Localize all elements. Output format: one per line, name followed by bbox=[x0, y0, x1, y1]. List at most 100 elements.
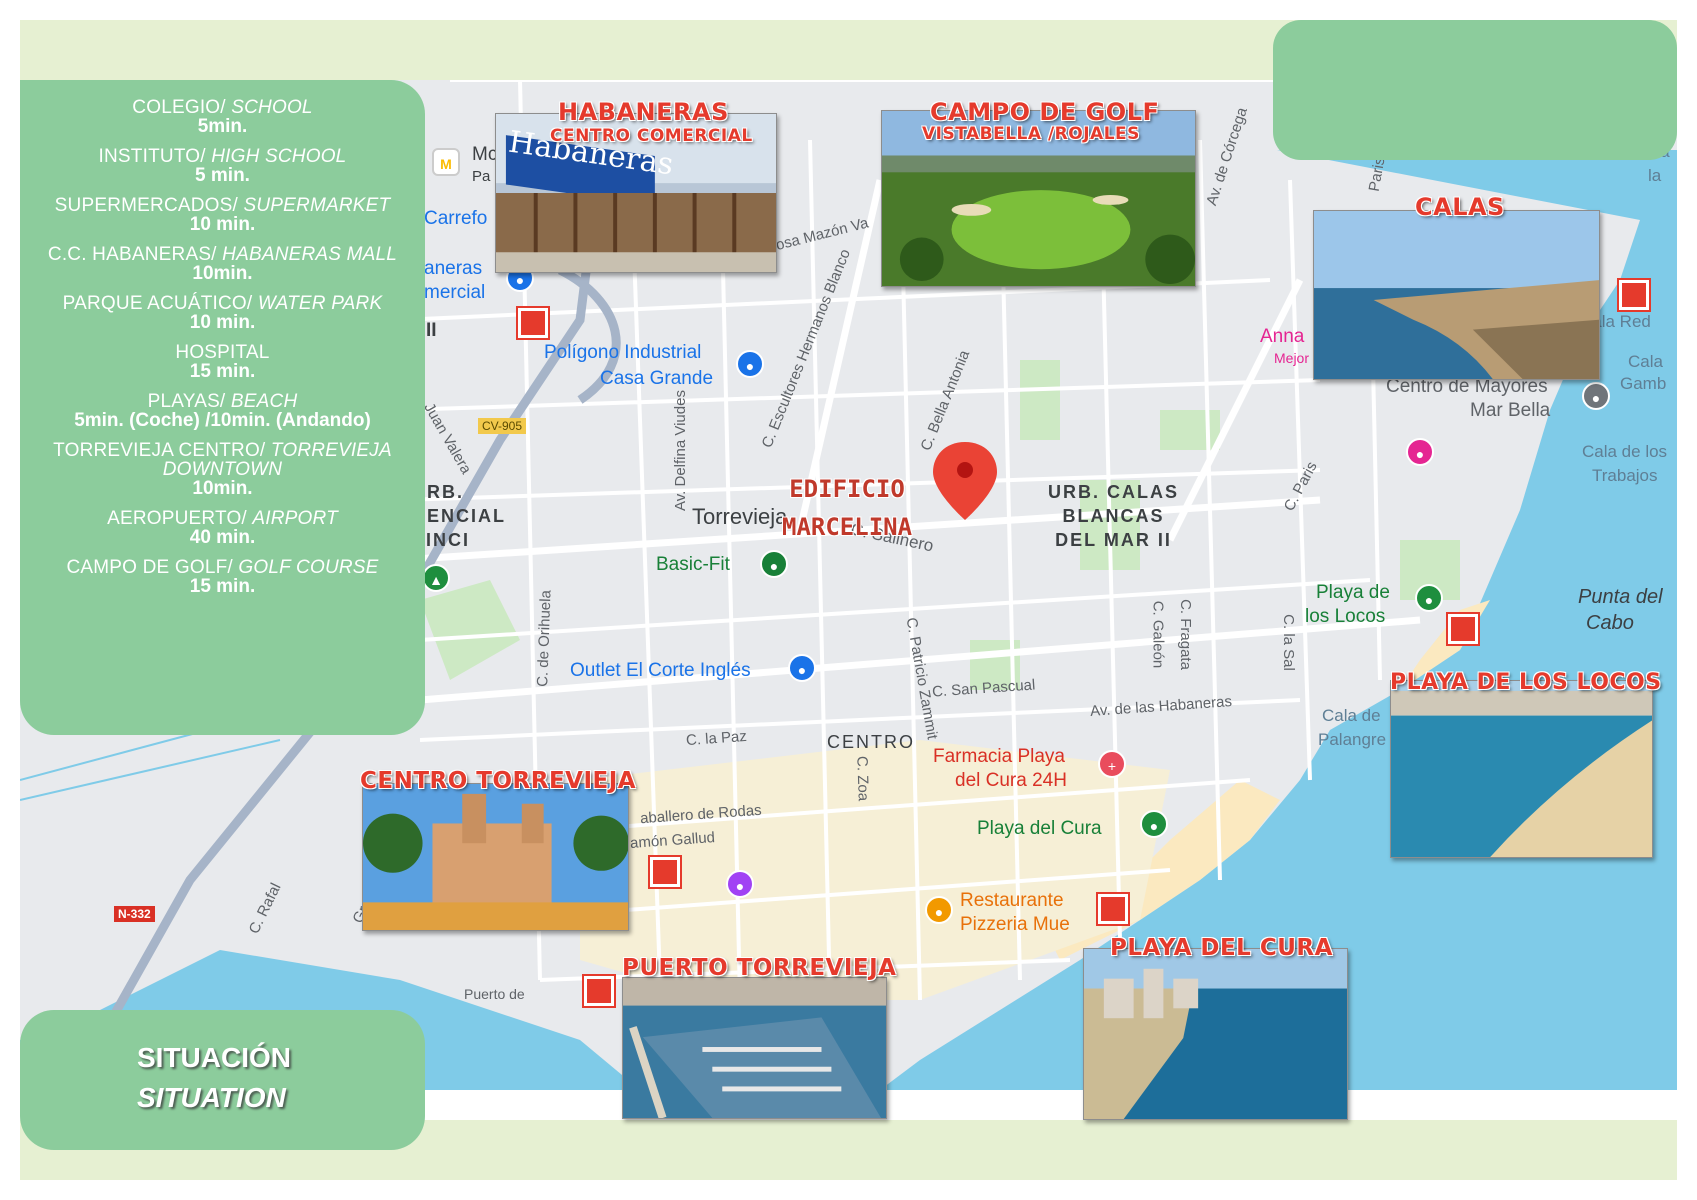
map-label-la: la bbox=[1648, 166, 1662, 185]
distance-label-en: SCHOOL bbox=[231, 97, 313, 118]
map-label-mc[interactable]: Mc bbox=[472, 144, 497, 166]
photo-playa-cura[interactable] bbox=[1083, 948, 1348, 1120]
urb-line-3: DEL MAR II bbox=[1055, 530, 1172, 550]
distance-item: SUPERMERCADOS/ SUPERMARKET 10 min. bbox=[20, 196, 425, 234]
distance-label-es: SUPERMERCADOS/ bbox=[54, 195, 238, 216]
distance-label-es: TORREVIEJA CENTRO/ bbox=[53, 440, 266, 461]
road-badge-n332: N-332 bbox=[114, 906, 155, 922]
map-label-playa-locos-2[interactable]: los Locos bbox=[1305, 606, 1385, 628]
map-label-cala: Cala bbox=[1628, 352, 1663, 371]
map-label-torrevieja: Torrevieja bbox=[692, 504, 788, 529]
distance-label-es: CAMPO DE GOLF/ bbox=[66, 557, 233, 578]
distance-label: AEROPUERTO/ AIRPORT bbox=[20, 509, 425, 528]
attraction-icon[interactable]: ● bbox=[726, 870, 754, 898]
distance-label: COLEGIO/ SCHOOL bbox=[20, 98, 425, 117]
restaurant-icon[interactable]: ● bbox=[925, 896, 953, 924]
distance-label-en: AIRPORT bbox=[252, 508, 338, 529]
distance-label-es: PLAYAS/ bbox=[147, 391, 226, 412]
map-label-habaneras[interactable]: aneras bbox=[424, 258, 482, 280]
gym-icon[interactable]: ● bbox=[760, 550, 788, 578]
map-label-cala-trabajos: Cala de los bbox=[1582, 442, 1668, 461]
red-marker-puerto[interactable] bbox=[582, 974, 616, 1008]
map-label-centro: CENTRO bbox=[827, 732, 915, 752]
map-label-farmacia-2[interactable]: del Cura 24H bbox=[955, 770, 1067, 792]
mcdonalds-icon[interactable]: M bbox=[432, 148, 460, 176]
distance-item: TORREVIEJA CENTRO/ TORREVIEJA DOWNTOWN 10… bbox=[20, 441, 425, 498]
map-label-mar-bella[interactable]: Mar Bella bbox=[1470, 400, 1550, 422]
distance-time: 10min. bbox=[192, 263, 253, 284]
road-la-sal: C. la Sal bbox=[1279, 614, 1297, 671]
label-puerto: PUERTO TORREVIEJA bbox=[622, 955, 897, 981]
map-label-anna[interactable]: Anna bbox=[1260, 326, 1304, 348]
label-habaneras: HABANERAS bbox=[558, 98, 729, 126]
building-line-2: MARCELINA bbox=[782, 513, 913, 541]
map-label-trabajos: Trabajos bbox=[1592, 466, 1658, 485]
road-fragata: C. Fragata bbox=[1176, 599, 1194, 670]
beach-icon[interactable]: ● bbox=[1415, 584, 1443, 612]
distance-time: 5min. (Coche) /10min. (Andando) bbox=[74, 410, 371, 431]
map-label-puerto-de: Puerto de bbox=[464, 986, 525, 1002]
distance-label: TORREVIEJA CENTRO/ TORREVIEJA DOWNTOWN bbox=[20, 441, 425, 479]
urb-vinci-line-1: URB. bbox=[412, 482, 464, 502]
distance-label-es: PARQUE ACUÁTICO/ bbox=[62, 293, 253, 314]
photo-puerto[interactable] bbox=[622, 977, 887, 1119]
distance-time: 10 min. bbox=[189, 312, 256, 333]
map-label-basicfit[interactable]: Basic-Fit bbox=[656, 554, 730, 576]
red-marker-habaneras[interactable] bbox=[516, 306, 550, 340]
building-line-1: EDIFICIO bbox=[789, 475, 905, 503]
map-label-playa-cura[interactable]: Playa del Cura bbox=[977, 818, 1102, 840]
red-marker-calas[interactable] bbox=[1617, 278, 1651, 312]
distance-label-en: WATER PARK bbox=[257, 293, 383, 314]
red-marker-locos[interactable] bbox=[1446, 612, 1480, 646]
map-label-ii: II bbox=[426, 320, 437, 341]
distance-label: C.C. HABANERAS/ HABANERAS MALL bbox=[20, 245, 425, 264]
map-label-poligono[interactable]: Polígono Industrial bbox=[544, 342, 701, 364]
label-playa-cura: PLAYA DEL CURA bbox=[1110, 935, 1333, 961]
distance-item: INSTITUTO/ HIGH SCHOOL 5 min. bbox=[20, 147, 425, 185]
pharmacy-icon[interactable]: + bbox=[1098, 750, 1126, 778]
photo-playa-locos[interactable] bbox=[1390, 680, 1653, 858]
distance-label-es: COLEGIO/ bbox=[132, 97, 226, 118]
hotel-icon[interactable]: ● bbox=[1406, 438, 1434, 466]
beach-icon[interactable]: ● bbox=[1140, 810, 1168, 838]
park-icon[interactable]: ▲ bbox=[422, 564, 450, 592]
shopping-bag-icon[interactable]: ● bbox=[736, 350, 764, 378]
map-label-casa-grande[interactable]: Casa Grande bbox=[600, 368, 713, 390]
map-label-farmacia[interactable]: Farmacia Playa bbox=[933, 746, 1065, 768]
red-marker-cura[interactable] bbox=[1096, 892, 1130, 926]
distance-item: HOSPITAL 15 min. bbox=[20, 343, 425, 381]
shopping-bag-icon[interactable]: ● bbox=[788, 654, 816, 682]
map-label-punta: Punta del bbox=[1578, 586, 1663, 608]
map-label-comercial[interactable]: mercial bbox=[424, 282, 485, 304]
road-delfina-viudes: Av. Delfina Viudes bbox=[671, 390, 689, 511]
distance-label: SUPERMERCADOS/ SUPERMARKET bbox=[20, 196, 425, 215]
map-label-carrefour[interactable]: Carrefo bbox=[424, 208, 487, 230]
distance-label-en: SUPERMARKET bbox=[243, 195, 391, 216]
distance-label: PLAYAS/ BEACH bbox=[20, 392, 425, 411]
red-marker-centro[interactable] bbox=[648, 855, 682, 889]
map-label-playa-locos[interactable]: Playa de bbox=[1316, 582, 1390, 604]
map-label-outlet[interactable]: Outlet El Corte Inglés bbox=[570, 660, 751, 682]
distance-time: 10 min. bbox=[189, 214, 256, 235]
building-label: EDIFICIO MARCELINA bbox=[782, 470, 912, 546]
distance-label-en: HIGH SCHOOL bbox=[211, 146, 347, 167]
photo-centro[interactable] bbox=[362, 783, 629, 931]
distance-label-en: GOLF COURSE bbox=[238, 557, 379, 578]
map-label-pizzeria[interactable]: Pizzeria Mue bbox=[960, 914, 1070, 936]
photo-calas[interactable] bbox=[1313, 210, 1600, 380]
situation-box: SITUACIÓN SITUATION bbox=[20, 1010, 425, 1150]
urb-line-2: BLANCAS bbox=[1062, 506, 1165, 526]
urb-vinci-line-2: DENCIAL bbox=[412, 506, 506, 526]
distance-time: 15 min. bbox=[189, 576, 256, 597]
label-calas: CALAS bbox=[1415, 193, 1505, 221]
map-label-restaurante[interactable]: Restaurante bbox=[960, 890, 1064, 912]
place-icon[interactable]: ● bbox=[1582, 382, 1610, 410]
label-golf-sub: VISTABELLA /ROJALES bbox=[922, 124, 1140, 144]
situation-es: SITUACIÓN bbox=[137, 1042, 291, 1073]
urb-line-1: URB. CALAS bbox=[1048, 482, 1179, 502]
map-label-urb-vinci: URB. DENCIAL VINCI bbox=[412, 480, 506, 552]
distance-label: INSTITUTO/ HIGH SCHOOL bbox=[20, 147, 425, 166]
distance-time: 5 min. bbox=[195, 165, 250, 186]
distance-label: HOSPITAL bbox=[20, 343, 425, 362]
distance-item: AEROPUERTO/ AIRPORT 40 min. bbox=[20, 509, 425, 547]
